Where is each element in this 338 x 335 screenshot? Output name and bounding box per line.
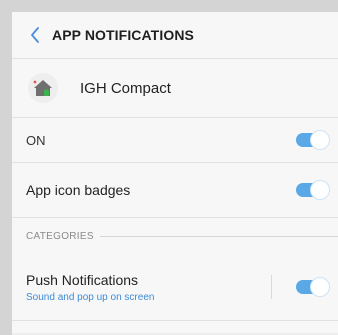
app-icon-badges-label: App icon badges bbox=[26, 182, 131, 198]
vertical-divider bbox=[271, 275, 272, 299]
push-notifications-controls bbox=[271, 275, 330, 299]
master-toggle-row[interactable]: ON bbox=[12, 118, 338, 163]
categories-section-header: CATEGORIES bbox=[12, 218, 338, 254]
app-info-row: IGH Compact bbox=[12, 59, 338, 118]
push-notifications-subtitle: Sound and pop up on screen bbox=[26, 291, 155, 303]
app-notifications-screen: APP NOTIFICATIONS IGH Compact ON App ico… bbox=[12, 12, 338, 335]
categories-section-label: CATEGORIES bbox=[26, 230, 94, 242]
device-frame: APP NOTIFICATIONS IGH Compact ON App ico… bbox=[0, 0, 338, 335]
toggle-knob bbox=[310, 277, 330, 297]
app-icon-badges-row[interactable]: App icon badges bbox=[12, 163, 338, 218]
push-notifications-text: Push Notifications Sound and pop up on s… bbox=[26, 272, 154, 303]
push-notifications-switch[interactable] bbox=[294, 277, 330, 297]
section-divider bbox=[99, 235, 338, 237]
page-title: APP NOTIFICATIONS bbox=[52, 27, 194, 43]
app-icon-badges-switch[interactable] bbox=[294, 180, 330, 200]
toggle-knob bbox=[310, 130, 330, 150]
push-notifications-title: Push Notifications bbox=[26, 271, 139, 288]
app-name: IGH Compact bbox=[80, 79, 171, 97]
master-toggle-switch[interactable] bbox=[294, 130, 330, 150]
toggle-knob bbox=[310, 180, 330, 200]
header-bar: APP NOTIFICATIONS bbox=[12, 12, 338, 59]
chevron-left-icon bbox=[31, 27, 39, 43]
master-toggle-label: ON bbox=[26, 132, 46, 148]
back-button[interactable] bbox=[18, 12, 52, 58]
app-icon bbox=[28, 73, 58, 103]
push-notifications-row[interactable]: Push Notifications Sound and pop up on s… bbox=[12, 254, 338, 321]
house-icon bbox=[33, 80, 52, 96]
